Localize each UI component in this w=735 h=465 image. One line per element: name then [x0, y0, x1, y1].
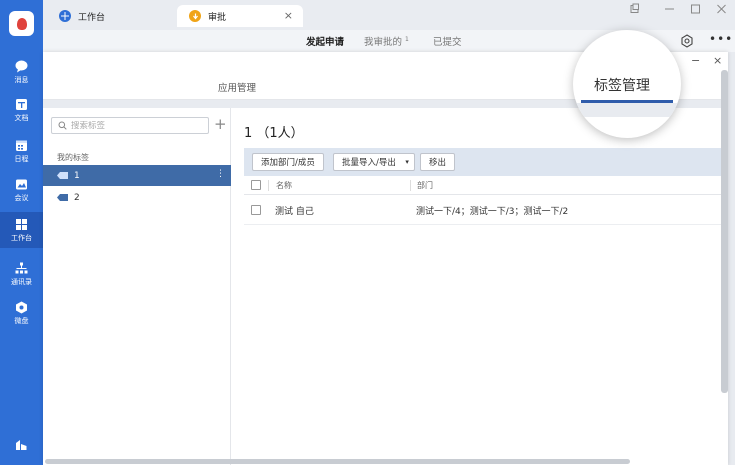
rail-item-contacts[interactable]: 通讯录: [0, 256, 43, 292]
tab-submitted[interactable]: 已提交: [433, 34, 462, 48]
rail-label: 消息: [14, 76, 29, 84]
app-logo[interactable]: [9, 11, 34, 36]
table-row[interactable]: 测试 自己 测试一下/4；测试一下/3；测试一下/2: [244, 195, 722, 225]
tab-workbench[interactable]: 工作台: [47, 5, 177, 27]
select-all-checkbox[interactable]: [251, 180, 261, 190]
rail-item-bottom[interactable]: [0, 428, 43, 464]
document-icon: [16, 99, 27, 110]
button-label: 批量导入/导出: [342, 158, 396, 168]
tab-label: 我审批的: [364, 37, 403, 48]
logo-mark: [16, 17, 27, 30]
rail-item-messages[interactable]: 消息: [0, 54, 43, 90]
tag-title: 1 （1人）: [244, 126, 304, 141]
maximize-icon[interactable]: [690, 2, 701, 16]
rail-label: 工作台: [11, 234, 32, 242]
tag-more-icon[interactable]: ⋮: [216, 169, 225, 179]
tab-close-icon[interactable]: ×: [284, 9, 293, 22]
tag-item[interactable]: 1 ⋮: [43, 165, 231, 186]
rail-label: 日程: [14, 155, 29, 163]
add-tag-icon[interactable]: +: [214, 117, 227, 132]
grid-icon: [16, 219, 27, 230]
vertical-scrollbar[interactable]: [721, 70, 728, 393]
calendar-icon: [16, 140, 27, 151]
column-header-name: 名称: [276, 181, 292, 190]
tag-label: 1: [74, 170, 80, 181]
add-member-button[interactable]: 添加部门/成员: [252, 153, 324, 171]
dialog-minimize-icon[interactable]: −: [691, 54, 700, 67]
column-divider: [410, 180, 411, 191]
tab-label: 工作台: [78, 12, 106, 23]
member-name: 测试 自己: [275, 207, 314, 217]
horizontal-scrollbar[interactable]: [45, 459, 630, 464]
rail-label: 微盘: [14, 317, 29, 325]
workbench-icon: [59, 10, 71, 22]
column-header-dept: 部门: [417, 181, 433, 190]
title-bar: 工作台 审批 ×: [43, 0, 735, 30]
rail-item-drive[interactable]: 微盘: [0, 295, 43, 331]
rail-item-calendar[interactable]: 日程: [0, 133, 43, 169]
tag-members-panel: 1 （1人） 添加部门/成员 批量导入/导出 ▾ 移出 名称 部门 测试 自己 测…: [231, 108, 728, 465]
meeting-icon: [16, 179, 27, 190]
tag-list-panel: + 我的标签 1 ⋮ 2: [43, 108, 231, 465]
my-tags-heading: 我的标签: [57, 153, 89, 162]
left-rail: 消息 文档 日程 会议 工作台 通讯录 微盘: [0, 0, 43, 465]
chat-bubble-icon: [15, 60, 28, 73]
count-badge: 1: [405, 35, 409, 43]
tag-label: 2: [74, 192, 80, 203]
disk-icon: [16, 301, 27, 314]
rail-label: 会议: [14, 194, 29, 202]
approval-icon: [189, 10, 201, 22]
tab-start-request[interactable]: 发起申请: [306, 34, 344, 48]
batch-import-export-button[interactable]: 批量导入/导出 ▾: [333, 153, 415, 171]
tag-search-input[interactable]: [71, 120, 201, 131]
column-divider: [268, 180, 269, 191]
more-icon[interactable]: •••: [709, 32, 733, 46]
tab-tag-management[interactable]: 标签管理: [594, 75, 650, 95]
remove-member-button[interactable]: 移出: [420, 153, 456, 171]
chevron-down-icon: ▾: [405, 158, 409, 166]
tab-label: 审批: [208, 12, 227, 23]
member-dept: 测试一下/4；测试一下/3；测试一下/2: [416, 207, 569, 217]
tab-app-management[interactable]: 应用管理: [218, 80, 256, 94]
minimize-icon[interactable]: [664, 2, 675, 16]
settings-gear-icon[interactable]: [680, 34, 694, 48]
search-icon: [58, 121, 67, 130]
tag-icon: [57, 194, 68, 201]
row-checkbox[interactable]: [251, 205, 261, 215]
org-chart-icon: [15, 262, 28, 274]
magnifier-callout: 标签管理: [573, 30, 681, 138]
table-header: 名称 部门: [244, 176, 722, 195]
pin-icon[interactable]: [629, 2, 640, 16]
member-toolbar: 添加部门/成员 批量导入/导出 ▾ 移出: [244, 148, 722, 176]
rail-item-workbench[interactable]: 工作台: [0, 212, 43, 248]
tab-my-approvals[interactable]: 我审批的 1: [364, 34, 409, 48]
dialog-close-icon[interactable]: ×: [713, 54, 722, 67]
tab-approval[interactable]: 审批 ×: [177, 5, 303, 27]
rail-item-meetings[interactable]: 会议: [0, 172, 43, 208]
magnified-divider: [573, 103, 681, 117]
tag-item[interactable]: 2: [43, 187, 231, 208]
rail-item-docs[interactable]: 文档: [0, 92, 43, 128]
tag-icon: [57, 172, 68, 179]
building-icon: [16, 440, 27, 450]
window-close-icon[interactable]: [716, 2, 727, 16]
rail-label: 通讯录: [11, 278, 32, 286]
tag-search-box[interactable]: [51, 117, 209, 134]
rail-label: 文档: [14, 114, 29, 122]
